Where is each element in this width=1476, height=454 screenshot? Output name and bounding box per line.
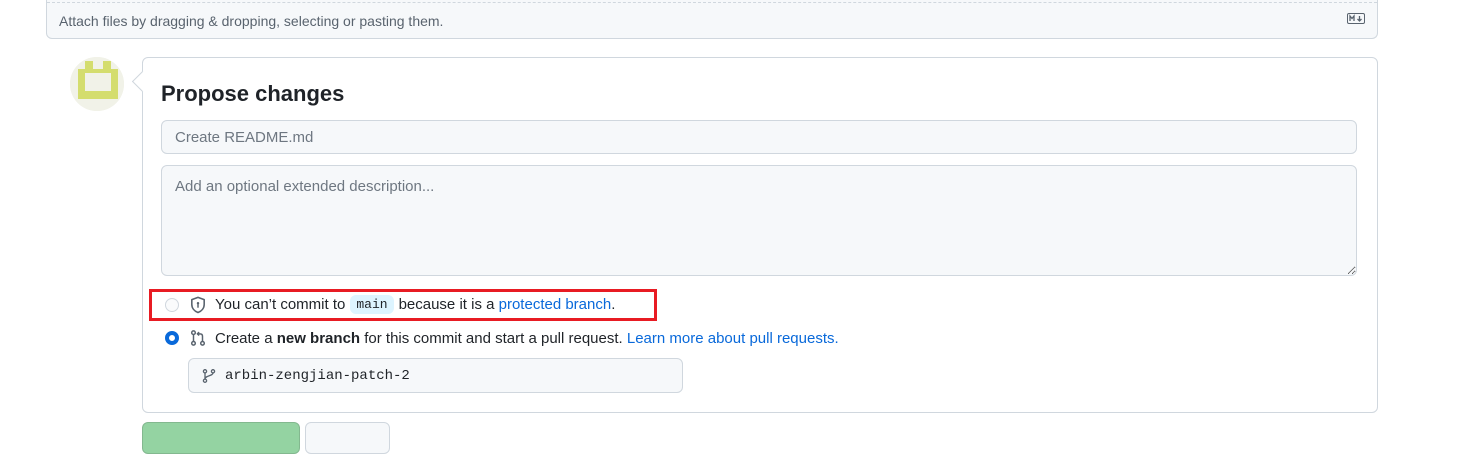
cancel-button[interactable] [305,422,390,454]
propose-changes-panel: Propose changes You can’t commit to main… [142,57,1378,413]
git-pull-request-icon [190,330,206,346]
new-branch-name-value: arbin-zengjian-patch-2 [225,367,410,384]
git-branch-icon [202,368,216,383]
commit-new-branch-text: Create a [215,329,273,347]
propose-changes-button[interactable] [142,422,300,454]
commit-new-branch-option[interactable]: Create a new branch for this commit and … [165,329,839,347]
new-branch-name-input[interactable]: arbin-zengjian-patch-2 [188,358,683,393]
commit-new-branch-radio[interactable] [165,331,179,345]
annotation-highlight-box [149,289,657,321]
page-title: Propose changes [161,81,345,106]
new-branch-bold: new branch [276,329,361,347]
file-attach-bar[interactable]: Attach files by dragging & dropping, sel… [46,0,1378,39]
avatar[interactable] [70,57,124,111]
attach-hint: Attach files by dragging & dropping, sel… [59,13,444,29]
learn-more-pull-requests-link[interactable]: Learn more about pull requests. [627,330,839,347]
commit-new-branch-text-middle: for this commit and start a pull request… [364,329,623,347]
commit-description-textarea[interactable] [161,165,1357,276]
markdown-icon[interactable] [1347,13,1365,24]
dropzone-border [47,2,1377,3]
commit-summary-input[interactable] [161,120,1357,154]
